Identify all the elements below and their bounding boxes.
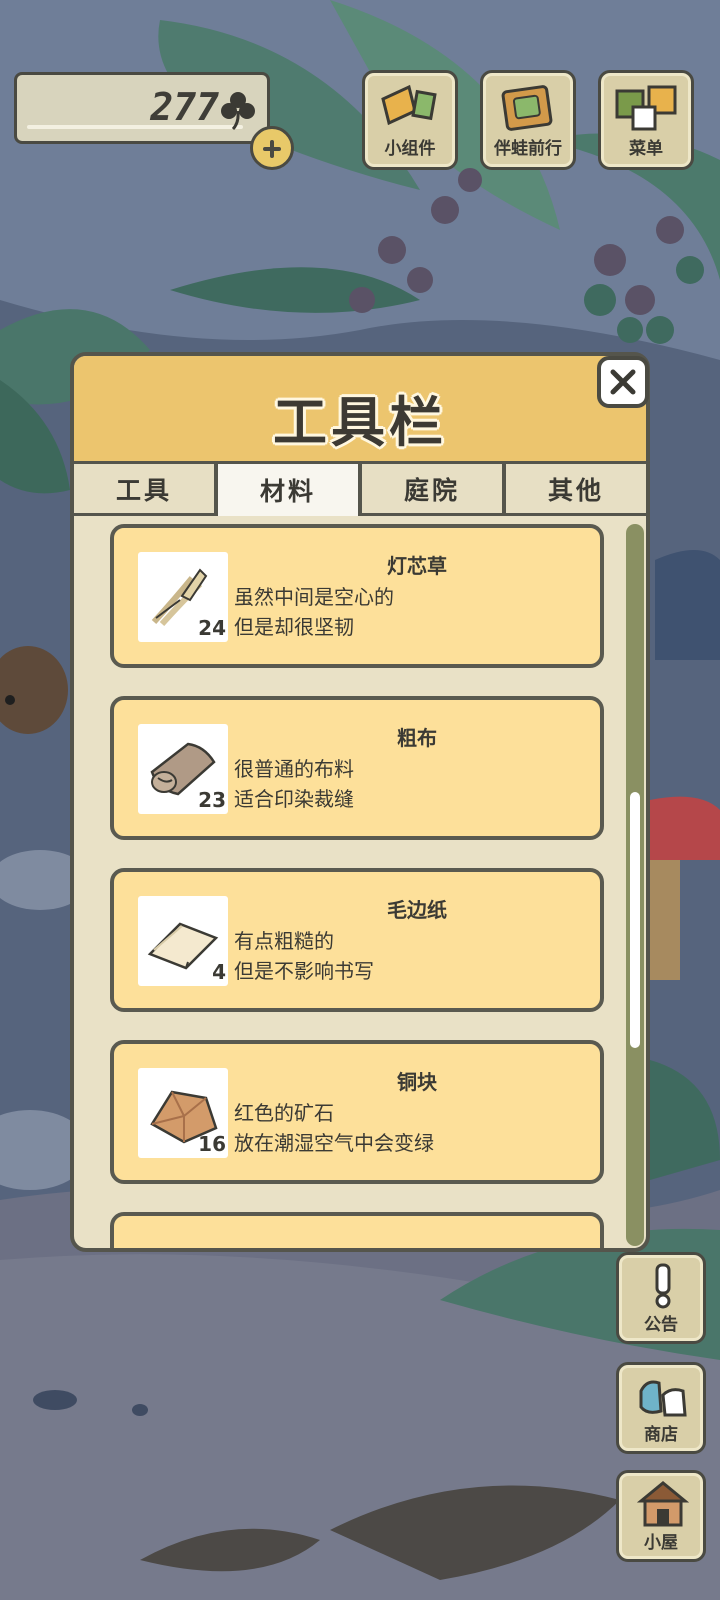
frog-companion-label: 伴蛙前行 xyxy=(494,139,562,159)
scroll-thumb[interactable] xyxy=(630,792,640,1048)
close-button[interactable] xyxy=(597,356,649,408)
house-label: 小屋 xyxy=(644,1533,678,1553)
panel-header: 工具栏 xyxy=(74,356,646,464)
item-desc-line: 红色的矿石 xyxy=(234,1101,334,1125)
item-image: 4 xyxy=(138,896,228,986)
scrollbar[interactable] xyxy=(626,524,644,1246)
item-quantity: 16 xyxy=(198,1132,226,1156)
item-name: 粗布 xyxy=(397,726,437,750)
item-desc-line: 虽然中间是空心的 xyxy=(234,585,394,609)
widget-icon xyxy=(379,83,441,135)
item-image: 16 xyxy=(138,1068,228,1158)
tab-materials[interactable]: 材料 xyxy=(218,464,358,516)
tab-other[interactable]: 其他 xyxy=(506,464,646,516)
panel-title: 工具栏 xyxy=(273,391,447,454)
list-item[interactable]: 4 毛边纸 有点粗糙的 但是不影响书写 xyxy=(110,868,604,1012)
list-item[interactable]: 24 灯芯草 虽然中间是空心的 但是却很坚韧 xyxy=(110,524,604,668)
menu-button[interactable]: 菜单 xyxy=(598,70,694,170)
item-description: 很普通的布料 适合印染裁缝 xyxy=(234,754,354,814)
list-item[interactable]: 16 铜块 红色的矿石 放在潮湿空气中会变绿 xyxy=(110,1040,604,1184)
item-desc-line: 适合印染裁缝 xyxy=(234,787,354,811)
clover-count: 277 xyxy=(150,85,219,129)
toolbar-panel: 工具栏 工具 材料 庭院 其他 24 灯芯草 虽然中间是空心的 但是却很坚韧 2… xyxy=(70,352,650,1252)
exclamation-icon xyxy=(637,1263,689,1309)
frog-companion-button[interactable]: 伴蛙前行 xyxy=(480,70,576,170)
item-description: 虽然中间是空心的 但是却很坚韧 xyxy=(234,582,394,642)
menu-icon xyxy=(615,83,677,135)
item-name: 灯芯草 xyxy=(387,554,447,578)
item-name: 毛边纸 xyxy=(387,898,447,922)
tab-tools[interactable]: 工具 xyxy=(74,464,214,516)
shop-button[interactable]: 商店 xyxy=(616,1362,706,1454)
item-quantity: 4 xyxy=(212,960,226,984)
item-desc-line: 但是却很坚韧 xyxy=(234,615,354,639)
item-image: 24 xyxy=(138,552,228,642)
widget-button[interactable]: 小组件 xyxy=(362,70,458,170)
frog-companion-icon xyxy=(497,83,559,135)
item-desc-line: 有点粗糙的 xyxy=(234,929,334,953)
item-description: 红色的矿石 放在潮湿空气中会变绿 xyxy=(234,1098,434,1158)
item-list[interactable]: 24 灯芯草 虽然中间是空心的 但是却很坚韧 23 粗布 很普通的布料 适合印染… xyxy=(74,516,646,1248)
notice-label: 公告 xyxy=(644,1315,678,1335)
item-desc-line: 但是不影响书写 xyxy=(234,959,374,983)
widget-label: 小组件 xyxy=(384,139,436,159)
item-description: 有点粗糙的 但是不影响书写 xyxy=(234,926,374,986)
tab-garden[interactable]: 庭院 xyxy=(362,464,502,516)
list-item[interactable] xyxy=(110,1212,604,1248)
house-icon xyxy=(636,1481,690,1527)
item-quantity: 23 xyxy=(198,788,226,812)
menu-label: 菜单 xyxy=(629,139,663,159)
item-image: 23 xyxy=(138,724,228,814)
tab-bar: 工具 材料 庭院 其他 xyxy=(74,464,646,516)
house-button[interactable]: 小屋 xyxy=(616,1470,706,1562)
clover-icon xyxy=(219,89,257,131)
item-desc-line: 放在潮湿空气中会变绿 xyxy=(234,1131,434,1155)
add-clover-button[interactable] xyxy=(250,126,294,170)
item-desc-line: 很普通的布料 xyxy=(234,757,354,781)
item-quantity: 24 xyxy=(198,616,226,640)
shop-icon xyxy=(637,1373,689,1419)
list-item[interactable]: 23 粗布 很普通的布料 适合印染裁缝 xyxy=(110,696,604,840)
item-name: 铜块 xyxy=(397,1070,437,1094)
notice-button[interactable]: 公告 xyxy=(616,1252,706,1344)
shop-label: 商店 xyxy=(644,1425,678,1445)
clover-counter: 277 xyxy=(14,72,270,144)
